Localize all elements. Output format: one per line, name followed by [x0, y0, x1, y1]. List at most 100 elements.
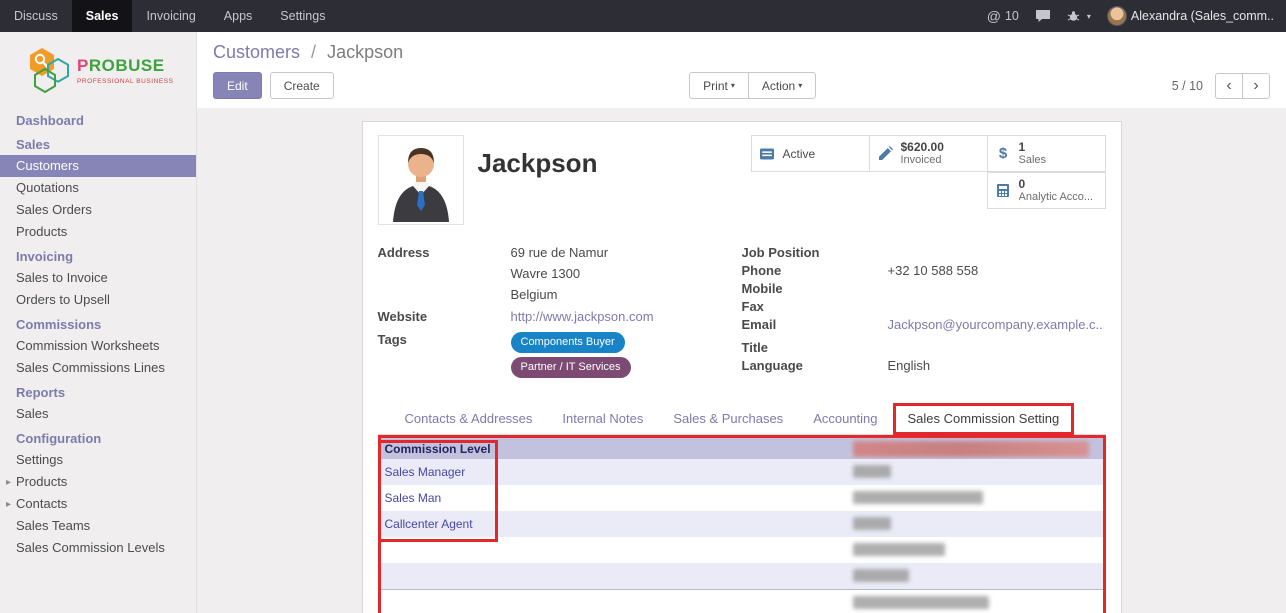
address-line-3: Belgium [511, 287, 742, 303]
top-menu-settings[interactable]: Settings [266, 0, 339, 32]
chat-bubble-icon [1035, 9, 1051, 23]
redacted-cell [853, 596, 989, 609]
edit-button[interactable]: Edit [213, 72, 262, 99]
fax-field: Fax [742, 299, 1106, 316]
sidebar-section-sales[interactable]: Sales [0, 131, 196, 155]
mobile-value [888, 281, 1106, 298]
redacted-cell [853, 517, 891, 530]
sidebar-item-quotations[interactable]: Quotations [0, 177, 196, 199]
create-button[interactable]: Create [270, 72, 334, 99]
sidebar-item-settings[interactable]: Settings [0, 449, 196, 471]
print-dropdown-button[interactable]: Print ▾ [689, 72, 749, 99]
job-position-value [888, 245, 1106, 262]
tag-components-buyer: Components Buyer [511, 332, 625, 353]
commission-level-value: Callcenter Agent [385, 517, 473, 531]
fax-label: Fax [742, 299, 888, 316]
sidebar-section-reports[interactable]: Reports [0, 379, 196, 403]
sidebar-item-sales-commission-levels[interactable]: Sales Commission Levels [0, 537, 196, 559]
breadcrumb-current: Jackpson [327, 42, 403, 62]
title-label: Title [742, 340, 888, 357]
redacted-cell [853, 543, 945, 556]
customer-photo[interactable] [378, 135, 464, 225]
analytic-calculator-icon [995, 183, 1012, 198]
app-window: Discuss Sales Invoicing Apps Settings @ … [0, 0, 1286, 613]
invoiced-stat-button[interactable]: $620.00 Invoiced [869, 135, 988, 172]
sidebar-section-configuration[interactable]: Configuration [0, 425, 196, 449]
app-logo[interactable]: PROBUSE PROFESSIONAL BUSINESS [0, 32, 196, 107]
commission-row-callcenter-agent[interactable]: Callcenter Agent [381, 511, 1103, 537]
commission-row-empty [381, 563, 1103, 589]
logo-subtitle: PROFESSIONAL BUSINESS [77, 78, 174, 85]
top-menu-discuss[interactable]: Discuss [0, 0, 72, 32]
sales-stat-button[interactable]: $ 1 Sales [987, 135, 1106, 172]
top-menu-invoicing[interactable]: Invoicing [132, 0, 209, 32]
messages-button[interactable] [1035, 9, 1051, 23]
invoiced-label: Invoiced [901, 154, 944, 167]
analytic-count: 0 [1019, 178, 1094, 191]
mobile-label: Mobile [742, 281, 888, 298]
invoiced-amount: $620.00 [901, 141, 944, 154]
top-menu-apps[interactable]: Apps [210, 0, 267, 32]
active-stat-button[interactable]: Active [751, 135, 870, 172]
chevron-down-icon: ▾ [1087, 12, 1091, 21]
commission-table: Commission Level Sales Manager Sales Man [378, 435, 1106, 613]
phone-value: +32 10 588 558 [888, 263, 1106, 280]
sidebar-item-sales-to-invoice[interactable]: Sales to Invoice [0, 267, 196, 289]
sidebar-item-sales-teams[interactable]: Sales Teams [0, 515, 196, 537]
tab-internal-notes[interactable]: Internal Notes [547, 404, 658, 434]
mentions-button[interactable]: @ 10 [987, 8, 1019, 24]
address-line-2: Wavre 1300 [511, 266, 742, 282]
sidebar-section-invoicing[interactable]: Invoicing [0, 243, 196, 267]
commission-level-header-label: Commission Level [385, 442, 491, 456]
redacted-cell [853, 465, 891, 478]
action-dropdown-button[interactable]: Action ▾ [748, 72, 816, 99]
control-panel: Customers / Jackpson Edit Create Print ▾ [197, 32, 1286, 108]
active-label: Active [783, 147, 816, 161]
analytic-stat-button[interactable]: 0 Analytic Acco... [987, 172, 1106, 209]
sidebar-section-commissions[interactable]: Commissions [0, 311, 196, 335]
pager-next-button[interactable]: › [1242, 73, 1270, 99]
control-panel-buttons-row: Edit Create Print ▾ Action ▾ [213, 72, 1270, 99]
email-link[interactable]: Jackpson@yourcompany.example.c.. [888, 317, 1103, 332]
sidebar-item-orders-to-upsell[interactable]: Orders to Upsell [0, 289, 196, 311]
language-label: Language [742, 358, 888, 375]
sidebar-item-customers[interactable]: Customers [0, 155, 196, 177]
at-icon: @ [987, 8, 1001, 24]
top-menu-sales[interactable]: Sales [72, 0, 133, 32]
job-position-label: Job Position [742, 245, 888, 262]
sidebar-item-products[interactable]: Products [0, 221, 196, 243]
breadcrumb: Customers / Jackpson [213, 42, 1270, 63]
website-label: Website [378, 309, 511, 326]
tab-sales-commission-setting[interactable]: Sales Commission Setting [893, 403, 1075, 435]
chevron-down-icon: ▾ [798, 81, 802, 90]
commission-row-sales-manager[interactable]: Sales Manager [381, 459, 1103, 485]
sidebar-item-commission-worksheets[interactable]: Commission Worksheets [0, 335, 196, 357]
sales-label: Sales [1019, 154, 1047, 167]
commission-level-column-header[interactable]: Commission Level [381, 438, 1103, 459]
sidebar-item-config-products[interactable]: ▸ Products [0, 471, 196, 493]
sidebar-item-config-contacts[interactable]: ▸ Contacts [0, 493, 196, 515]
sidebar-section-dashboard[interactable]: Dashboard [0, 107, 196, 131]
debug-menu-button[interactable]: ▾ [1067, 10, 1091, 23]
pager-prev-button[interactable]: ‹ [1215, 73, 1243, 99]
sidebar-item-sales-orders[interactable]: Sales Orders [0, 199, 196, 221]
website-link[interactable]: http://www.jackpson.com [511, 309, 654, 324]
tab-accounting[interactable]: Accounting [798, 404, 892, 434]
analytic-label: Analytic Acco... [1019, 191, 1094, 204]
tab-contacts-addresses[interactable]: Contacts & Addresses [390, 404, 548, 434]
email-label: Email [742, 317, 888, 334]
address-label: Address [378, 245, 511, 308]
form-view-area: Jackpson Active [197, 108, 1286, 613]
sidebar-item-sales-report[interactable]: Sales [0, 403, 196, 425]
user-name: Alexandra (Sales_comm.. [1131, 9, 1274, 23]
commission-row-sales-man[interactable]: Sales Man [381, 485, 1103, 511]
tab-sales-purchases[interactable]: Sales & Purchases [658, 404, 798, 434]
sidebar-item-sales-commissions-lines[interactable]: Sales Commissions Lines [0, 357, 196, 379]
title-field: Title [742, 340, 1106, 357]
top-menu-bar: Discuss Sales Invoicing Apps Settings [0, 0, 339, 32]
user-menu[interactable]: Alexandra (Sales_comm.. [1107, 6, 1274, 26]
breadcrumb-customers-link[interactable]: Customers [213, 42, 300, 62]
language-field: Language English [742, 358, 1106, 375]
breadcrumb-separator: / [311, 42, 316, 62]
commission-row-empty [381, 589, 1103, 613]
